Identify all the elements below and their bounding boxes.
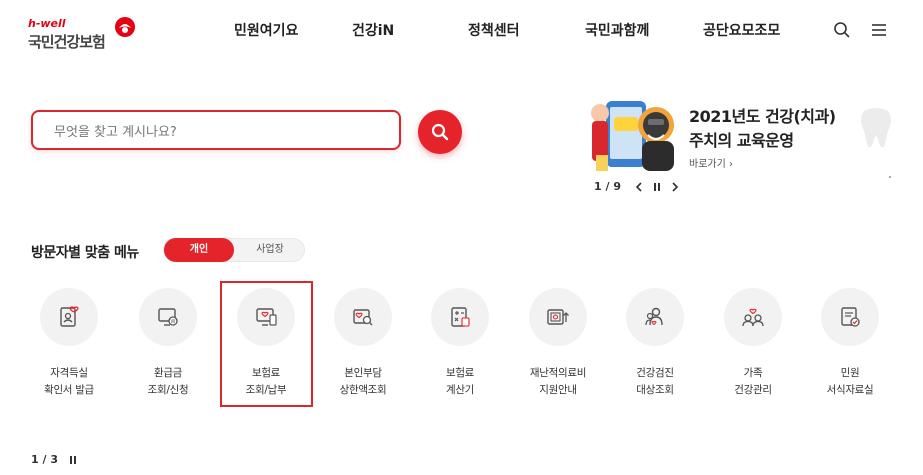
service-label-line1: 보험료 [445,367,475,379]
service-premium-payment[interactable]: 보험료 조회/납부 [221,285,311,400]
nav-item-with-citizens[interactable]: 국민과함께 [585,20,649,44]
banner-pager: 1 / 9 [594,180,621,193]
family-health-icon [742,308,764,327]
service-icon-bg [626,288,684,346]
service-label-line2: 확인서 발급 [44,384,94,396]
search-input[interactable] [52,121,386,143]
visitor-menu-title: 방문자별 맞춤 메뉴 [31,245,139,261]
banner-title-line2: 주치의 교육운영 [689,131,794,150]
pause-icon[interactable] [69,455,77,465]
banner-indicator-dot [889,176,891,178]
service-label-line1: 보험료 [251,367,281,379]
search-button[interactable] [418,110,462,154]
service-label-line1: 가족 [743,367,763,379]
copay-search-icon [353,309,373,326]
service-icon-bg [334,288,392,346]
banner-title[interactable]: 2021년도 건강(치과) 주치의 교육운영 [689,105,869,153]
service-label-line2: 조회/납부 [245,384,287,396]
logo-mark-icon [115,17,135,37]
service-label-line1: 자격득실 [50,367,88,379]
service-label-line2: 계산기 [445,384,475,396]
visitor-type-toggle: 개인 사업장 [163,238,305,262]
nav-item-policy-center[interactable]: 정책센터 [468,20,520,44]
service-label-line2: 대상조회 [636,384,674,396]
service-label-line2: 지원안내 [539,384,577,396]
menu-pager: 1 / 3 [31,453,58,466]
logo-name: 국민건강보험 [28,33,106,51]
calculator-icon [451,307,470,327]
chevron-left-icon[interactable] [635,182,643,192]
service-label-line1: 환급금 [153,367,183,379]
service-label-line2: 상한액조회 [339,384,387,396]
search-icon[interactable] [832,20,852,40]
service-label-line2: 서식자료실 [826,384,874,396]
service-family-health[interactable]: 가족 건강관리 [708,285,798,400]
service-catastrophic-medical-support[interactable]: 재난적의료비 지원안내 [513,285,603,400]
service-label-line2: 건강관리 [734,384,772,396]
medical-support-icon [547,309,569,325]
service-eligibility-certificate[interactable]: 자격득실 확인서 발급 [24,285,114,400]
search-box [31,110,401,150]
service-icon-bg [237,288,295,346]
service-health-checkup[interactable]: 건강검진 대상조회 [610,285,700,400]
tooth-icon [861,108,891,148]
logo-tagline: h-well [28,17,66,30]
pause-icon[interactable] [653,182,661,192]
nav-item-minwon[interactable]: 민원여기요 [234,20,298,44]
banner-more-link[interactable]: 바로가기 › [689,155,733,170]
premium-payment-icon [256,308,277,326]
service-premium-calculator[interactable]: 보험료 계산기 [415,285,505,400]
service-refund[interactable]: W 환급금 조회/신청 [123,285,213,400]
menu-icon[interactable] [869,20,889,40]
banner-title-line1: 2021년도 건강(치과) [689,107,836,126]
nav-item-health-in[interactable]: 건강iN [352,20,394,44]
tab-individual[interactable]: 개인 [164,238,234,262]
forms-icon [841,307,860,327]
service-civil-forms[interactable]: 민원 서식자료실 [805,285,895,400]
banner-illustration [591,101,674,171]
service-icon-bg [40,288,98,346]
checkup-people-icon [645,307,663,326]
nav-item-about[interactable]: 공단요모조모 [703,20,780,44]
service-label-line1: 본인부담 [344,367,382,379]
svg-text:W: W [171,319,176,325]
certificate-icon [60,306,79,327]
service-label-line1: 건강검진 [636,367,674,379]
logo[interactable]: h-well 국민건강보험 [28,14,143,51]
service-icon-bg [724,288,782,346]
search-icon [431,123,449,141]
service-icon-bg [431,288,489,346]
service-label-line2: 조회/신청 [147,384,189,396]
service-label-line1: 민원 [840,367,860,379]
chevron-right-icon[interactable] [671,182,679,192]
service-copay-limit[interactable]: 본인부담 상한액조회 [318,285,408,400]
refund-monitor-icon: W [158,308,178,326]
service-icon-bg [529,288,587,346]
tab-business[interactable]: 사업장 [236,238,304,262]
service-label-line1: 재난적의료비 [529,367,587,379]
service-icon-bg: W [139,288,197,346]
service-icon-bg [821,288,879,346]
